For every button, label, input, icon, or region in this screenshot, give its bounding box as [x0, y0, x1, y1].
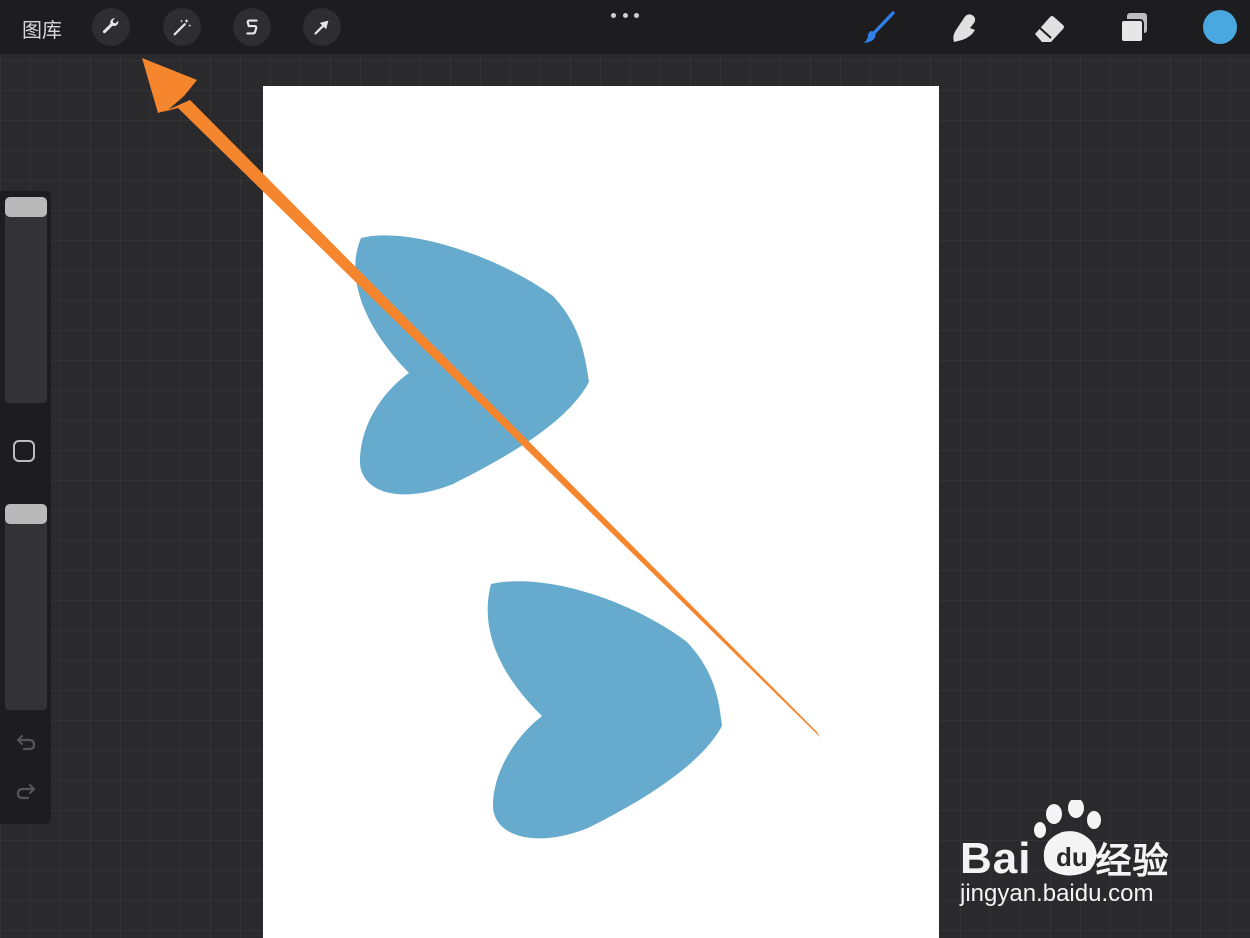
- drawing-canvas[interactable]: [263, 86, 939, 938]
- color-picker-button[interactable]: [1203, 10, 1237, 44]
- more-dots-icon: [611, 12, 616, 18]
- layers-icon: [1120, 13, 1147, 43]
- layers-button[interactable]: [1114, 8, 1154, 48]
- heart-shape-bottom: [487, 581, 722, 839]
- transform-button[interactable]: [303, 8, 341, 46]
- redo-button[interactable]: [11, 776, 41, 806]
- opacity-slider[interactable]: [5, 504, 47, 710]
- more-options-button[interactable]: [611, 8, 639, 22]
- transform-arrow-icon: [314, 20, 329, 35]
- undo-icon: [16, 734, 36, 751]
- selection-s-icon: [246, 19, 258, 35]
- modify-button[interactable]: [13, 440, 35, 462]
- redo-icon: [16, 783, 36, 800]
- smudge-tool-button[interactable]: [944, 8, 984, 48]
- opacity-slider-handle[interactable]: [5, 504, 47, 524]
- adjustments-button[interactable]: [163, 8, 201, 46]
- actions-button[interactable]: [92, 8, 130, 46]
- brush-size-slider-handle[interactable]: [5, 197, 47, 217]
- heart-shape-top: [355, 235, 589, 495]
- eraser-icon: [1035, 16, 1064, 42]
- left-sidebar: [0, 191, 51, 824]
- magic-wand-icon: [173, 18, 192, 36]
- baidu-jingyan-watermark: du Bai 经验 jingyan.baidu.com: [958, 800, 1198, 910]
- top-toolbar: 图库: [0, 0, 1250, 54]
- smudge-icon: [953, 14, 976, 42]
- brush-size-slider[interactable]: [5, 197, 47, 403]
- gallery-button[interactable]: 图库: [22, 14, 62, 43]
- brush-icon: [864, 11, 895, 43]
- brush-tool-button[interactable]: [858, 8, 898, 48]
- eraser-tool-button[interactable]: [1029, 8, 1069, 48]
- watermark-brand-suffix: 经验: [1095, 840, 1170, 881]
- wrench-icon: [102, 18, 119, 34]
- watermark-brand: Bai: [960, 834, 1032, 883]
- selection-button[interactable]: [233, 8, 271, 46]
- undo-button[interactable]: [11, 727, 41, 757]
- watermark-url: jingyan.baidu.com: [960, 880, 1154, 907]
